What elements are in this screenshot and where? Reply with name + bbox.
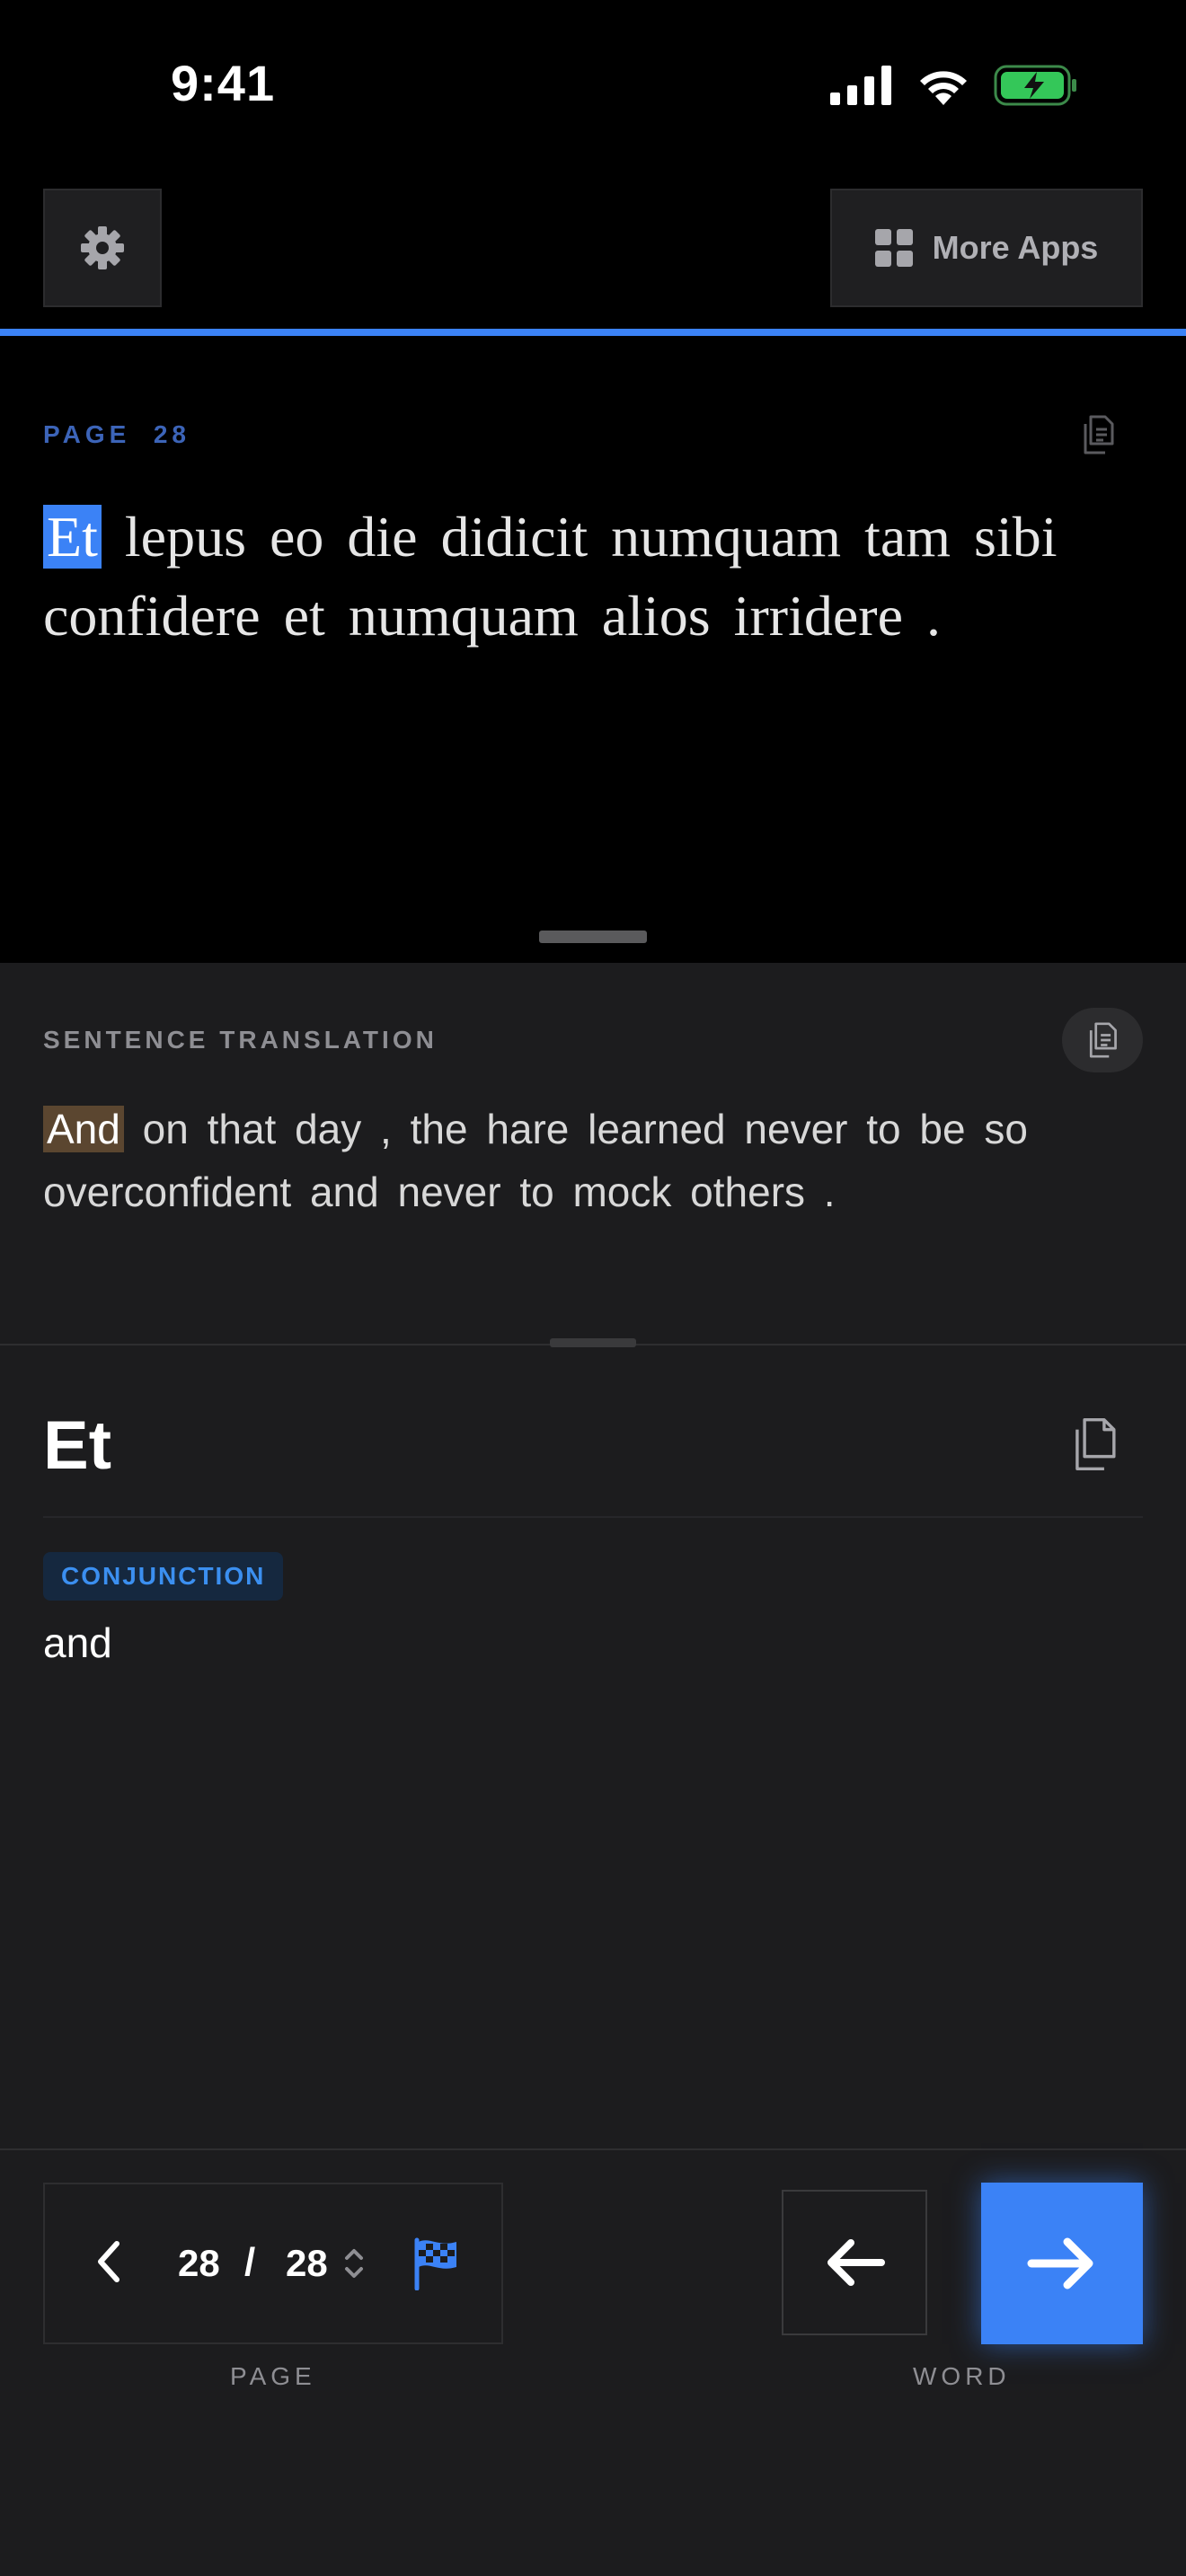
panel-resize-handle[interactable] — [539, 931, 647, 943]
translation-text-rest: on that day , the hare learned never to … — [43, 1106, 1028, 1215]
translation-text: And on that day , the hare learned never… — [43, 1098, 1143, 1223]
chevron-left-icon — [98, 2241, 119, 2282]
total-pages[interactable]: 28 — [286, 2242, 328, 2285]
word-meaning: and — [43, 1619, 112, 1666]
grid-icon — [874, 229, 913, 267]
settings-button[interactable] — [43, 189, 162, 307]
reader-panel — [0, 0, 1186, 963]
word-nav-label: WORD — [913, 2362, 1011, 2390]
copy-icon — [1075, 1418, 1116, 1470]
status-time: 9:41 — [171, 55, 276, 111]
translation-word-highlight: And — [43, 1106, 124, 1152]
wifi-icon — [920, 71, 967, 105]
arrow-left-icon — [828, 2239, 885, 2286]
up-down-icon — [345, 2249, 363, 2278]
copy-word-button[interactable] — [1067, 1414, 1121, 1479]
signal-icon — [830, 66, 891, 105]
previous-page-button[interactable] — [90, 2235, 126, 2293]
checkered-flag-icon — [414, 2237, 456, 2291]
bottom-bar-divider — [0, 2148, 1186, 2150]
part-of-speech-badge: CONJUNCTION — [43, 1552, 284, 1601]
battery-icon — [994, 65, 1076, 106]
arrow-right-icon — [1027, 2237, 1093, 2289]
copy-translation-button[interactable] — [1062, 1008, 1143, 1072]
page-navigator: 28 / 28 — [43, 2183, 503, 2344]
word-title: Et — [43, 1407, 111, 1484]
page-picker-toggle[interactable] — [341, 2240, 367, 2291]
word-divider — [43, 1516, 1143, 1518]
page-nav-label: PAGE — [230, 2362, 316, 2390]
status-icons — [830, 65, 1078, 106]
latin-sentence: Et lepus eo die didicit numquam tam sibi… — [43, 498, 1143, 656]
copy-sentence-button[interactable] — [1078, 413, 1118, 461]
last-page-button[interactable] — [412, 2236, 462, 2295]
copy-icon — [1084, 415, 1114, 454]
gear-icon — [81, 226, 124, 269]
page-separator: / — [244, 2240, 256, 2284]
current-page-number[interactable]: 28 — [178, 2242, 220, 2285]
previous-word-button[interactable] — [782, 2190, 927, 2335]
reading-progress-bar — [0, 329, 1186, 336]
next-word-button[interactable] — [981, 2183, 1143, 2344]
current-word-highlight[interactable]: Et — [43, 505, 102, 569]
more-apps-button[interactable]: More Apps — [830, 189, 1143, 307]
latin-sentence-rest: lepus eo die didicit numquam tam sibi co… — [43, 505, 1058, 648]
page-label: PAGE 28 — [43, 420, 190, 448]
more-apps-label: More Apps — [932, 229, 1099, 266]
sentence-translation-label: SENTENCE TRANSLATION — [43, 1026, 438, 1054]
copy-icon — [1089, 1022, 1117, 1058]
panel-resize-handle-2[interactable] — [550, 1338, 636, 1347]
